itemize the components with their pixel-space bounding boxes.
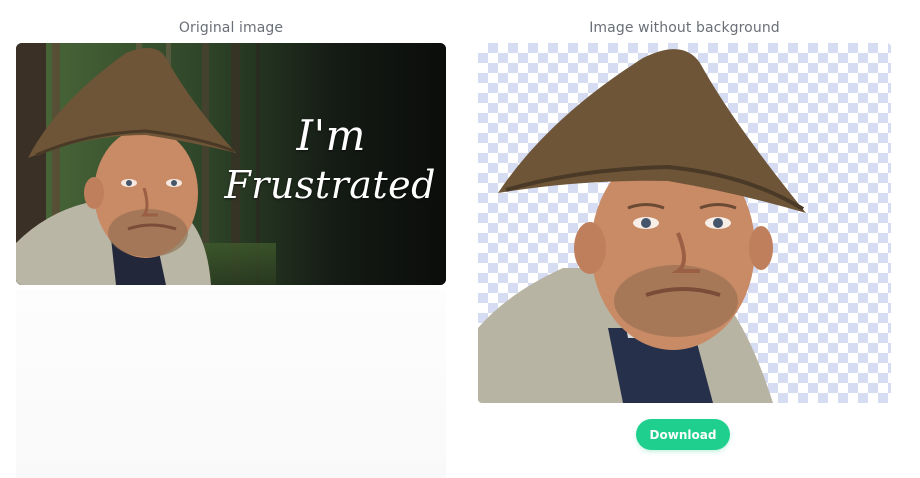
original-image: I'm Frustrated xyxy=(16,43,446,285)
overlay-text-line-2: Frustrated xyxy=(224,163,436,207)
remove-background-result-page: Original image Image without background xyxy=(0,0,920,478)
original-image-title: Original image xyxy=(178,20,284,36)
result-image xyxy=(478,43,891,403)
cutout-person-illustration xyxy=(478,49,806,403)
result-image-title: Image without background xyxy=(589,20,780,36)
download-button[interactable]: Download xyxy=(636,419,730,450)
overlay-text-line-1: I'm xyxy=(296,111,366,160)
left-panel-background xyxy=(16,290,446,478)
